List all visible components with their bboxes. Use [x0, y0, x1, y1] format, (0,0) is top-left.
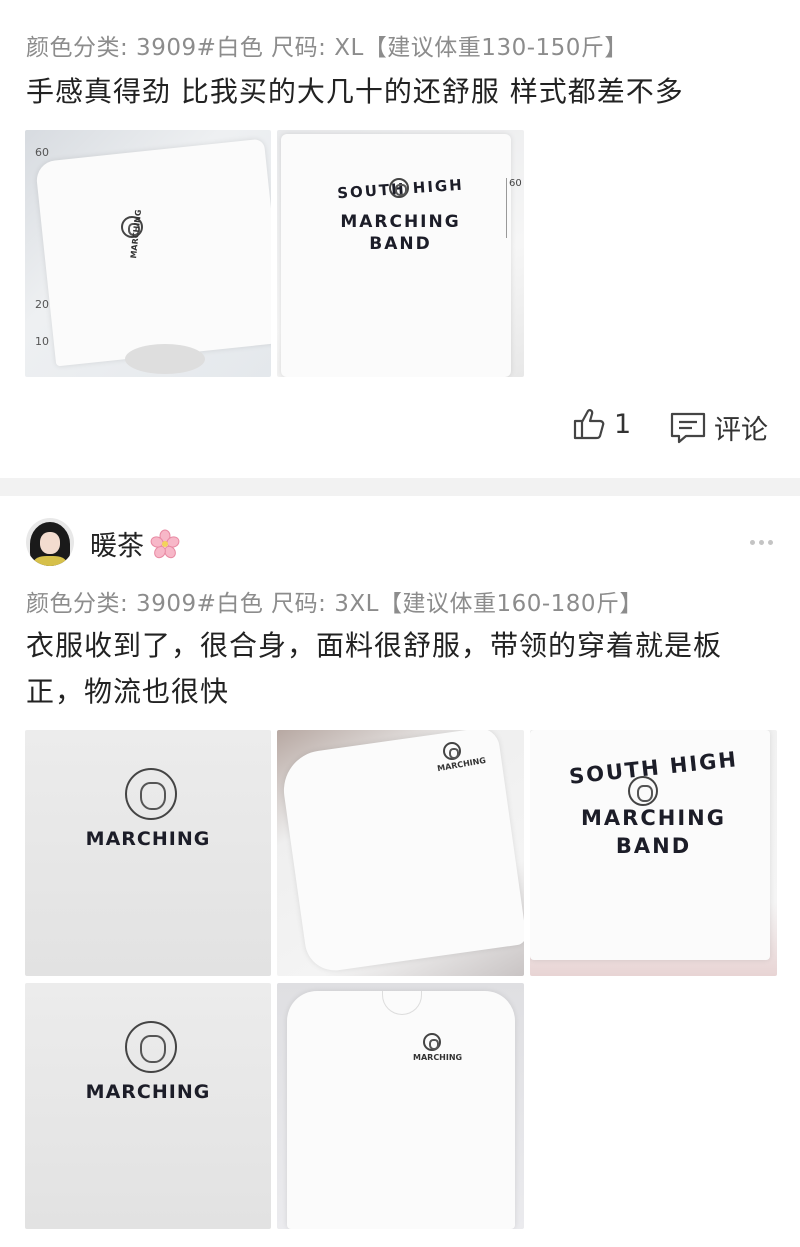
- print-line-marching: MARCHING: [581, 806, 726, 830]
- shirt-photo: [281, 134, 511, 377]
- like-button[interactable]: 1: [572, 408, 631, 440]
- review-text-line-2: 正，物流也很快: [26, 675, 230, 708]
- username[interactable]: 暖茶: [90, 524, 180, 563]
- review-photo-2[interactable]: MARCHING: [277, 730, 524, 976]
- review-photo-1[interactable]: MARCHING: [25, 730, 271, 976]
- review-photo-3[interactable]: SOUTH HIGH MARCHING BAND: [530, 730, 777, 976]
- tiger-crest-icon: [628, 776, 658, 806]
- review-text: 手感真得劲 比我买的大几十的还舒服 样式都差不多: [26, 75, 684, 108]
- review-card-1: 颜色分类: 3909#白色 尺码: XL【建议体重130-150斤】 手感真得劲…: [0, 0, 800, 478]
- print-line-marching: MARCHING: [340, 212, 461, 232]
- review-meta: 颜色分类: 3909#白色 尺码: 3XL【建议体重160-180斤】: [26, 591, 644, 617]
- shirt-photo: [34, 138, 271, 367]
- tiger-crest-icon: [125, 768, 177, 820]
- print-line-band: BAND: [369, 234, 432, 254]
- thumbs-up-icon: [573, 409, 605, 440]
- section-divider: [0, 478, 800, 496]
- tiger-crest-icon: [443, 742, 461, 760]
- plush-toy-decoration: [125, 344, 205, 374]
- review-photo-1[interactable]: 60 20 10 MARCHING: [25, 130, 271, 377]
- review-meta: 颜色分类: 3909#白色 尺码: XL【建议体重130-150斤】: [26, 35, 628, 61]
- review-photo-4[interactable]: MARCHING: [25, 983, 271, 1229]
- chest-print: MARCHING: [413, 1053, 463, 1062]
- review-card-2: 暖茶 颜色分类: 3909#白色 尺码: 3XL【建议体重160-180斤】 衣…: [0, 496, 800, 1247]
- username-label: 暖茶: [90, 531, 144, 562]
- tiger-crest-icon: [125, 1021, 177, 1073]
- review-text-line-1: 衣服收到了，很合身，面料很舒服，带领的穿着就是板: [26, 629, 723, 662]
- comment-label: 评论: [714, 415, 768, 446]
- tiger-crest-icon: [423, 1033, 441, 1051]
- comment-button[interactable]: 评论: [670, 408, 768, 447]
- cherry-blossom-icon: [150, 529, 180, 558]
- more-icon[interactable]: [750, 540, 773, 545]
- tiger-crest-icon: [389, 178, 409, 198]
- print-line-band: BAND: [615, 834, 692, 858]
- chest-print: MARCHING: [85, 1081, 211, 1103]
- like-count: 1: [614, 408, 632, 440]
- shirt-photo: [278, 730, 524, 975]
- comment-icon: [670, 412, 706, 443]
- review-photo-2[interactable]: 60 SOUTH HIGH MARCHING BAND: [277, 130, 524, 377]
- review-photo-5[interactable]: MARCHING: [277, 983, 524, 1229]
- chest-print: MARCHING: [85, 828, 211, 850]
- shirt-photo: [287, 991, 515, 1229]
- avatar[interactable]: [26, 518, 74, 566]
